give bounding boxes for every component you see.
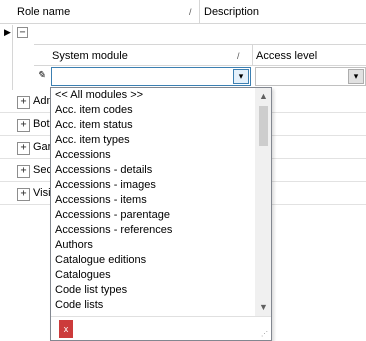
expand-icon[interactable]: + (17, 142, 30, 155)
chevron-down-icon[interactable]: ▾ (348, 69, 364, 84)
edit-indicator-icon: / (189, 7, 192, 17)
dropdown-list: << All modules >> Acc. item codes Acc. i… (51, 88, 253, 316)
column-divider (199, 0, 200, 24)
list-item[interactable]: << All modules >> (51, 88, 253, 103)
column-header-role-name[interactable]: Role name (17, 6, 70, 18)
column-divider (252, 45, 253, 65)
scroll-down-icon[interactable]: ▼ (255, 299, 271, 316)
vertical-scrollbar[interactable]: ▲ ▼ (255, 88, 271, 316)
dropdown-footer: x ⋰ (51, 316, 271, 340)
column-header-description[interactable]: Description (204, 6, 259, 18)
list-item[interactable]: Accessions - details (51, 163, 253, 178)
expand-icon[interactable]: + (17, 165, 30, 178)
system-module-combobox[interactable]: ▾ (51, 67, 251, 86)
editing-pencil-icon: ✎ (37, 70, 46, 81)
list-item[interactable]: Acc. item codes (51, 103, 253, 118)
list-item[interactable]: Catalogues (51, 268, 253, 283)
access-level-combobox[interactable]: ▾ (255, 67, 366, 86)
list-item[interactable]: Code list types (51, 283, 253, 298)
list-item[interactable]: Acc. item types (51, 133, 253, 148)
list-item[interactable]: Authors (51, 238, 253, 253)
expand-icon[interactable]: + (17, 96, 30, 109)
current-row-arrow-icon: ▶ (4, 27, 11, 37)
resize-grip-icon[interactable]: ⋰ (261, 331, 269, 339)
list-item[interactable]: Accessions - items (51, 193, 253, 208)
list-item[interactable]: Accessions - images (51, 178, 253, 193)
list-item[interactable]: Accessions - parentage (51, 208, 253, 223)
column-header-system-module[interactable]: System module (52, 50, 128, 62)
expand-icon[interactable]: + (17, 188, 30, 201)
chevron-down-icon[interactable]: ▾ (233, 69, 249, 84)
detail-grid-header: System module / Access level (34, 44, 366, 66)
list-item[interactable]: Accessions (51, 148, 253, 163)
scroll-up-icon[interactable]: ▲ (255, 88, 271, 105)
list-item[interactable]: Catalogue editions (51, 253, 253, 268)
clear-button[interactable]: x (59, 320, 73, 338)
list-item[interactable]: Acc. item status (51, 118, 253, 133)
system-module-dropdown: << All modules >> Acc. item codes Acc. i… (50, 87, 272, 341)
list-item[interactable]: Accessions - references (51, 223, 253, 238)
scrollbar-thumb[interactable] (259, 106, 268, 146)
grid-header: Role name / Description (0, 0, 366, 24)
expand-icon[interactable]: + (17, 119, 30, 132)
column-header-access-level[interactable]: Access level (256, 50, 317, 62)
edit-indicator-icon: / (237, 51, 240, 61)
list-item[interactable]: Code lists (51, 298, 253, 313)
